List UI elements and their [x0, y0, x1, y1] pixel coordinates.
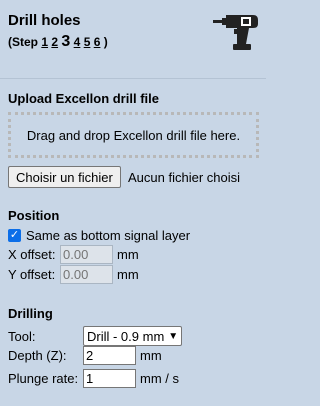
step-navigation: (Step 1 2 3 4 5 6 ) [8, 33, 108, 51]
position-section-title: Position [8, 208, 60, 223]
choose-file-button[interactable]: Choisir un fichier [8, 166, 121, 188]
step-link-5[interactable]: 5 [84, 35, 91, 49]
drill-file-dropzone[interactable]: Drag and drop Excellon drill file here. [8, 112, 259, 158]
same-as-bottom-checkbox[interactable]: ✓ [8, 229, 21, 242]
x-offset-unit: mm [117, 247, 139, 262]
tool-label: Tool: [8, 328, 36, 344]
x-offset-label: X offset: [8, 247, 56, 262]
plunge-rate-input[interactable] [83, 369, 136, 388]
x-offset-input[interactable] [60, 245, 113, 264]
plunge-rate-unit: mm / s [140, 371, 179, 386]
dropzone-text: Drag and drop Excellon drill file here. [26, 127, 241, 143]
header-divider [0, 78, 266, 79]
same-as-bottom-label: Same as bottom signal layer [26, 228, 191, 243]
depth-input[interactable] [83, 346, 136, 365]
depth-label: Depth (Z): [8, 348, 67, 363]
step-link-6[interactable]: 6 [94, 35, 101, 49]
chevron-down-icon: ▼ [168, 330, 179, 342]
y-offset-input[interactable] [60, 265, 113, 284]
depth-unit: mm [140, 348, 162, 363]
upload-section-title: Upload Excellon drill file [8, 91, 159, 106]
drill-icon [213, 15, 258, 50]
tool-select-value: Drill - 0.9 mm [87, 328, 165, 344]
step-link-1[interactable]: 1 [41, 35, 48, 49]
step-link-4[interactable]: 4 [74, 35, 81, 49]
step-current: 3 [61, 33, 71, 50]
page-title: Drill holes [8, 12, 81, 29]
y-offset-label: Y offset: [8, 267, 56, 282]
steps-open: (Step [8, 35, 38, 49]
y-offset-unit: mm [117, 267, 139, 282]
drilling-section-title: Drilling [8, 306, 53, 321]
step-link-2[interactable]: 2 [51, 35, 58, 49]
steps-close: ) [103, 35, 108, 49]
plunge-rate-label: Plunge rate: [8, 371, 79, 386]
tool-select[interactable]: Drill - 0.9 mm ▼ [83, 326, 183, 346]
file-status: Aucun fichier choisi [128, 170, 240, 185]
